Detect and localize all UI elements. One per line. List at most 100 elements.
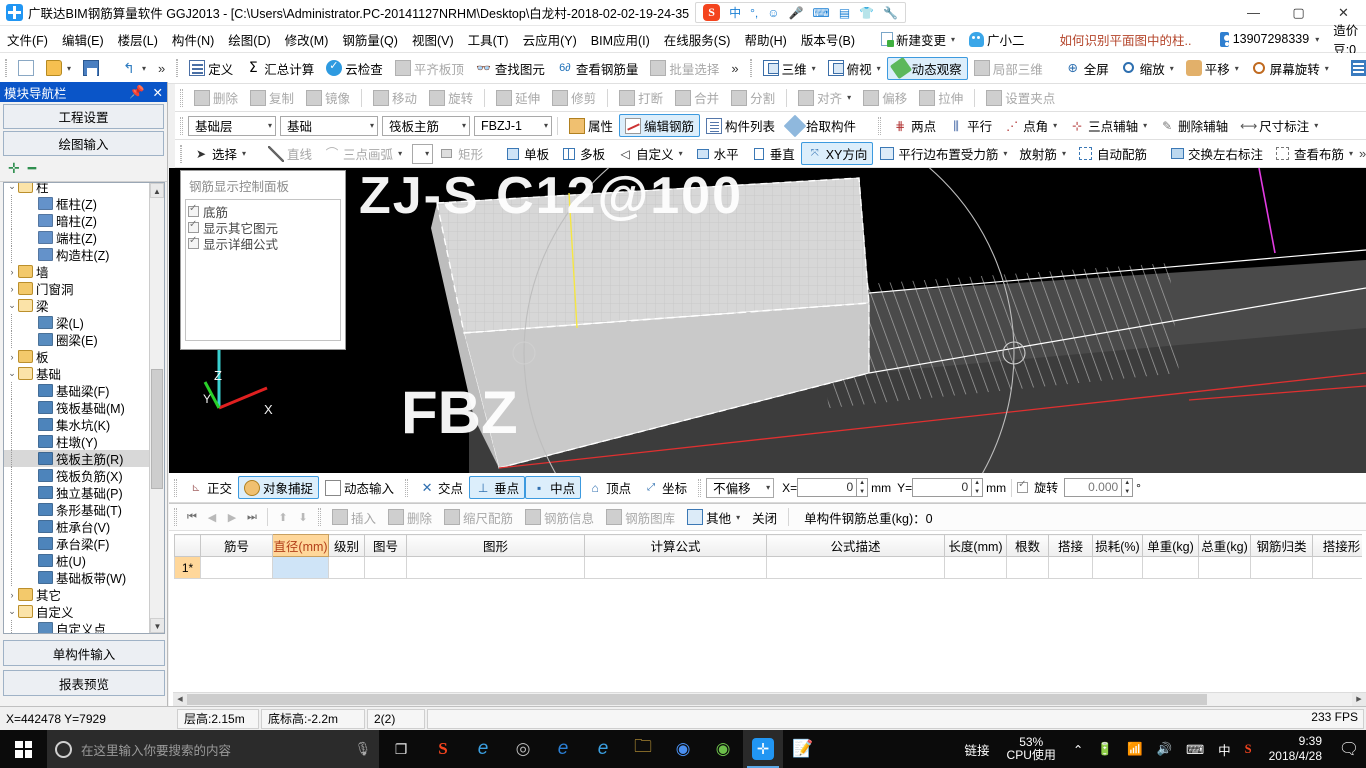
y-coord-stepper[interactable]: ▲ ▼ xyxy=(972,478,984,497)
edit-rebar-button[interactable]: 编辑钢筋 xyxy=(619,114,701,137)
close-icon[interactable]: ✕ xyxy=(153,85,163,100)
rebar-grid[interactable]: 筋号 直径(mm) 级别 图号 图形 计算公式 公式描述 长度(mm) 根数 搭… xyxy=(174,534,1362,694)
col-formula[interactable]: 计算公式 xyxy=(584,534,767,557)
cell-total-weight[interactable] xyxy=(1198,556,1251,579)
pin-icon[interactable]: 📌 xyxy=(129,85,145,100)
new-file-button[interactable] xyxy=(12,57,40,80)
col-loss[interactable]: 损耗(%) xyxy=(1092,534,1143,557)
floor-select[interactable]: 基础层 ▾ xyxy=(188,115,276,136)
orbit-button[interactable]: 动态观察 xyxy=(886,56,968,80)
chevron-down-icon[interactable]: ▾ xyxy=(1062,149,1066,158)
skin-icon[interactable]: 👕 xyxy=(859,7,874,19)
next-row-button[interactable]: ▶ xyxy=(222,511,242,524)
battery-icon[interactable]: 🔋 xyxy=(1090,742,1120,757)
coordinate-snap-button[interactable]: ⤢ 坐标 xyxy=(637,476,693,499)
menu-item-help[interactable]: 帮助(H) xyxy=(737,27,793,52)
checkbox-bottom-rebar[interactable] xyxy=(188,203,199,217)
chevron-down-icon[interactable]: ▾ xyxy=(544,121,548,130)
ime-toolbar[interactable]: S 中 °, ☺ 🎤 ⌨ ▤ 👕 🔧 xyxy=(695,2,907,23)
chevron-down-icon[interactable]: ⌄ xyxy=(6,300,18,311)
rotate-checkbox[interactable] xyxy=(1017,479,1029,493)
move-up-button[interactable]: ⬆ xyxy=(273,511,293,524)
taskbar-app-chrome[interactable]: ◉ xyxy=(663,730,703,768)
sogou-logo-icon[interactable]: S xyxy=(703,4,721,21)
scroll-down-icon[interactable]: ▼ xyxy=(150,618,164,633)
pick-component-button[interactable]: 拾取构件 xyxy=(781,114,862,137)
three-point-axis-button[interactable]: ⊹ 三点辅轴 ▾ xyxy=(1063,114,1153,137)
chevron-down-icon[interactable]: ▾ xyxy=(1143,121,1147,130)
remove-icon[interactable]: ━ xyxy=(28,160,36,177)
col-lap-shape[interactable]: 搭接形 xyxy=(1312,534,1362,557)
toolbar-grip[interactable] xyxy=(749,59,752,77)
report-preview-button[interactable]: 报表预览 xyxy=(3,670,165,696)
rotate-stepper[interactable]: ▲ ▼ xyxy=(1122,478,1134,497)
menu-item-draw[interactable]: 绘图(D) xyxy=(221,27,277,52)
rotate-input[interactable]: 0.000 xyxy=(1064,478,1123,497)
tree-item[interactable]: 柱墩(Y) xyxy=(4,433,150,450)
tree-item[interactable]: 构造柱(Z) xyxy=(4,246,150,263)
3d-view-button[interactable]: 三维 ▾ xyxy=(757,57,822,80)
custom-shape-button[interactable]: ◁ 自定义 ▾ xyxy=(611,142,689,165)
first-row-button[interactable]: ⏮ xyxy=(182,511,202,524)
notification-icon[interactable]: 🗨 xyxy=(1332,730,1366,768)
parallel-rebar-button[interactable]: 平行边布置受力筋 ▾ xyxy=(873,142,1013,165)
toolbar-grip[interactable] xyxy=(180,88,183,107)
chevron-down-icon[interactable]: ▾ xyxy=(142,64,146,73)
cell-grade[interactable] xyxy=(328,556,365,579)
chevron-down-icon[interactable]: ⌄ xyxy=(6,368,18,379)
close-editor-button[interactable]: 关闭 xyxy=(746,506,783,529)
dimension-button[interactable]: ⟷ 尺寸标注 ▾ xyxy=(1234,114,1324,137)
wrench-icon[interactable]: 🔧 xyxy=(883,7,898,19)
editor-horizontal-scrollbar[interactable]: ◀ ▶ xyxy=(173,692,1366,706)
cell-diameter[interactable] xyxy=(272,556,329,579)
offset-mode-select[interactable]: 不偏移 ▾ xyxy=(706,477,775,498)
chevron-up-icon[interactable]: ⌃ xyxy=(1066,742,1090,757)
save-button[interactable] xyxy=(77,57,105,80)
screen-rotate-button[interactable]: 屏幕旋转 ▾ xyxy=(1245,57,1335,80)
component-name-select[interactable]: FBZJ-1 ▾ xyxy=(474,115,552,136)
zoom-button[interactable]: 缩放 ▾ xyxy=(1115,57,1180,80)
tree-item[interactable]: 独立基础(P) xyxy=(4,484,150,501)
midpoint-snap-button[interactable]: ▪ 中点 xyxy=(525,476,582,499)
tree-item[interactable]: 框柱(Z) xyxy=(4,195,150,212)
single-component-input-button[interactable]: 单构件输入 xyxy=(3,640,165,666)
fullscreen-button[interactable]: ⊕ 全屏 xyxy=(1059,57,1115,80)
chevron-down-icon[interactable]: ▾ xyxy=(1170,64,1174,73)
vertical-button[interactable]: 垂直 xyxy=(745,142,801,165)
cloud-check-button[interactable]: 云检查 xyxy=(320,57,389,80)
arc-mode-select[interactable]: ▾ xyxy=(412,143,434,164)
draw-input-button[interactable]: 绘图输入 xyxy=(3,131,164,156)
cell-figure-no[interactable] xyxy=(364,556,407,579)
scroll-left-icon[interactable]: ◀ xyxy=(173,693,187,706)
open-file-button[interactable]: ▾ xyxy=(40,57,77,80)
horizontal-button[interactable]: 水平 xyxy=(689,142,745,165)
pan-button[interactable]: 平移 ▾ xyxy=(1180,57,1245,80)
chevron-down-icon[interactable]: ▾ xyxy=(736,513,740,522)
category-select[interactable]: 基础 ▾ xyxy=(280,115,378,136)
toolbar-grip[interactable] xyxy=(180,116,183,135)
other-button[interactable]: 其他 ▾ xyxy=(681,506,746,529)
multi-board-button[interactable]: 多板 xyxy=(555,142,611,165)
chevron-down-icon[interactable]: ▾ xyxy=(812,64,816,73)
col-rebar-no[interactable]: 筋号 xyxy=(200,534,273,557)
col-unit-weight[interactable]: 单重(kg) xyxy=(1142,534,1199,557)
tree-item[interactable]: 条形基础(T) xyxy=(4,501,150,518)
keyboard-tray-icon[interactable]: ⌨ xyxy=(1179,742,1211,757)
toolbar-grip[interactable] xyxy=(176,59,179,77)
checkbox-show-other-elements[interactable] xyxy=(188,219,199,233)
toolbar-grip[interactable] xyxy=(174,478,177,497)
scroll-up-icon[interactable]: ▲ xyxy=(150,183,164,198)
chevron-down-icon[interactable]: ▾ xyxy=(679,149,683,158)
taskbar-app-sogou[interactable]: S xyxy=(423,730,463,768)
tree-folder[interactable]: › 墙 xyxy=(4,263,150,280)
x-coord-input[interactable]: 0 xyxy=(797,478,858,497)
link-label[interactable]: 链接 xyxy=(958,740,997,759)
select-tool-button[interactable]: ➤ 选择 ▾ xyxy=(187,142,252,165)
row-number-cell[interactable]: 1* xyxy=(174,556,201,579)
col-count[interactable]: 根数 xyxy=(1006,534,1049,557)
chevron-down-icon[interactable]: ▾ xyxy=(1053,121,1057,130)
cpu-usage-widget[interactable]: 53% CPU使用 xyxy=(997,736,1066,762)
cell-lap-shape[interactable] xyxy=(1312,556,1362,579)
menu-item-tools[interactable]: 工具(T) xyxy=(461,27,516,52)
summary-calc-button[interactable]: Σ 汇总计算 xyxy=(239,57,320,80)
